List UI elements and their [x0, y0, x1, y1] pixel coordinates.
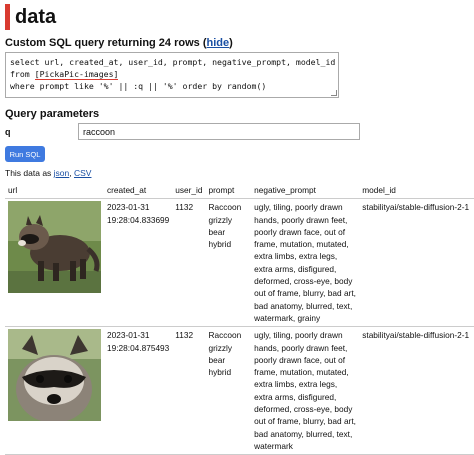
- run-sql-button[interactable]: Run SQL: [5, 146, 45, 162]
- created-at-cell: 2023-01-31 19:28:04.875493: [104, 326, 173, 455]
- sql-table-name: [PickaPic-images]: [34, 69, 119, 80]
- sql-heading-close: ): [229, 37, 233, 49]
- sql-heading: Custom SQL query returning 24 rows (hide…: [5, 37, 233, 49]
- raccoon-face-image[interactable]: [8, 329, 101, 422]
- column-header-prompt[interactable]: prompt: [205, 182, 252, 200]
- url-cell: [5, 326, 104, 455]
- negative-prompt-cell: ugly, tiling, poorly drawn hands, poorly…: [251, 198, 360, 328]
- sql-editor[interactable]: select url, created_at, user_id, prompt,…: [5, 52, 339, 98]
- model-id-cell: stabilityai/stable-diffusion-2-1: [359, 198, 474, 328]
- model-id-cell: stabilityai/stable-diffusion-2-1: [359, 326, 474, 455]
- resize-handle-icon[interactable]: [331, 90, 337, 96]
- export-csv-link[interactable]: CSV: [74, 168, 91, 178]
- column-header-model-id[interactable]: model_id: [359, 182, 474, 200]
- table-row: 2023-01-31 19:28:04.833699 1132 Raccoon …: [5, 198, 474, 328]
- user-id-cell: 1132: [172, 326, 206, 455]
- sql-heading-text: Custom SQL query returning 24 rows (: [5, 37, 207, 49]
- prompt-cell: Raccoon grizzly bear hybrid: [205, 326, 252, 455]
- prompt-cell: Raccoon grizzly bear hybrid: [205, 198, 252, 328]
- param-q-label: q: [5, 127, 11, 137]
- page-title: data: [15, 6, 57, 28]
- column-header-user-id[interactable]: user_id: [172, 182, 206, 200]
- column-header-url[interactable]: url: [5, 182, 104, 200]
- created-at-cell: 2023-01-31 19:28:04.833699: [104, 198, 173, 328]
- sql-line-2: from [PickaPic-images]: [10, 68, 334, 80]
- hide-sql-link[interactable]: hide: [207, 37, 230, 49]
- raccoon-image[interactable]: [8, 201, 101, 294]
- negative-prompt-cell: ugly, tiling, poorly drawn hands, poorly…: [251, 326, 360, 455]
- export-json-link[interactable]: json: [54, 168, 70, 178]
- table-header-row: url created_at user_id prompt negative_p…: [5, 182, 474, 200]
- results-table: url created_at user_id prompt negative_p…: [5, 182, 474, 455]
- table-row: 2023-01-31 19:28:04.875493 1132 Raccoon …: [5, 326, 474, 455]
- user-id-cell: 1132: [172, 198, 206, 328]
- export-links: This data as json, CSV: [5, 168, 91, 178]
- url-cell: [5, 198, 104, 328]
- sql-line-2-prefix: from: [10, 69, 35, 79]
- sql-line-3: where prompt like '%' || :q || '%' order…: [10, 81, 267, 91]
- params-heading: Query parameters: [5, 108, 100, 120]
- column-header-negative-prompt[interactable]: negative_prompt: [251, 182, 360, 200]
- export-prefix: This data as: [5, 168, 54, 178]
- param-q-input[interactable]: raccoon: [78, 123, 360, 140]
- title-accent-bar: [5, 4, 10, 30]
- column-header-created-at[interactable]: created_at: [104, 182, 173, 200]
- sql-line-1: select url, created_at, user_id, prompt,…: [10, 57, 336, 67]
